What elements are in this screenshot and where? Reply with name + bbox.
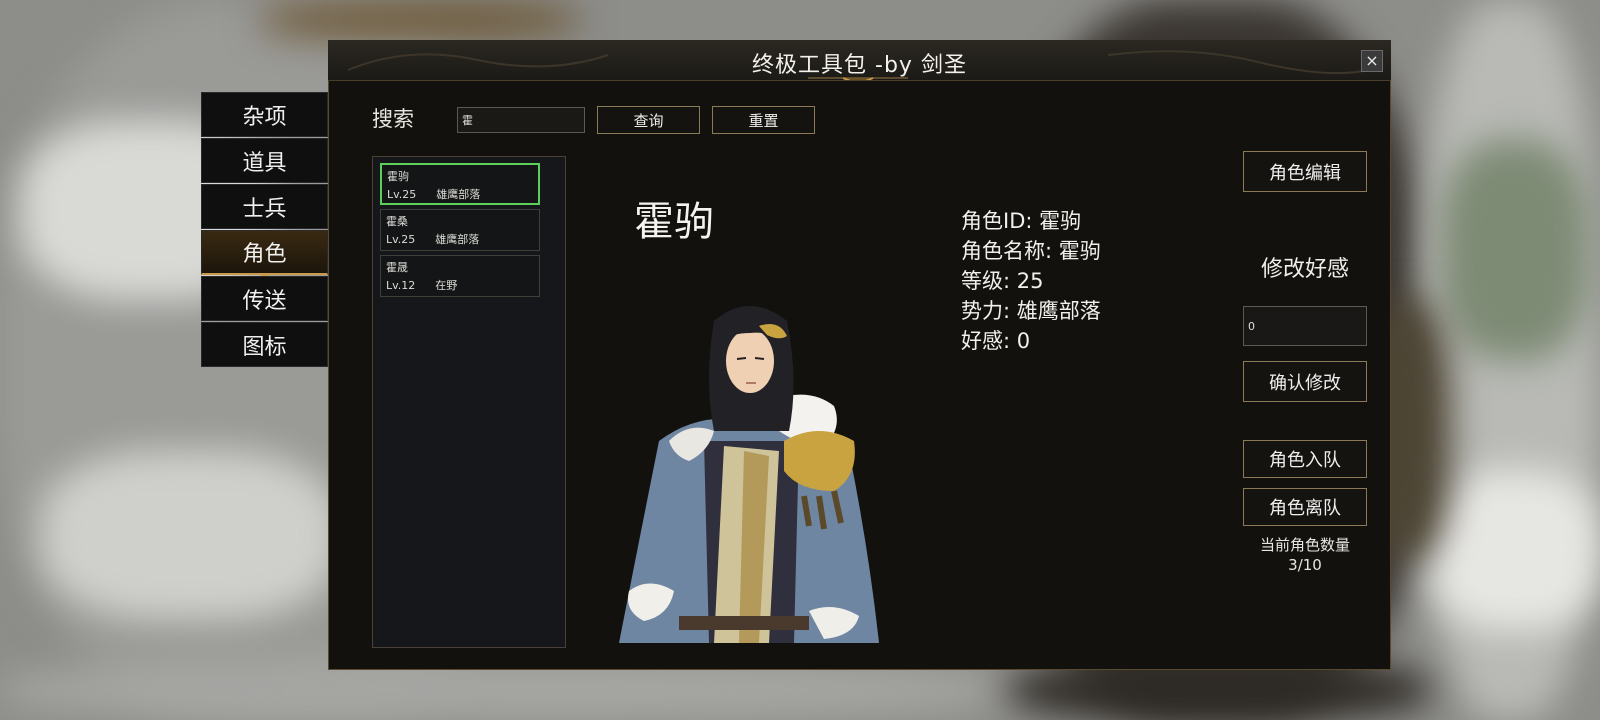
nav-teleport[interactable]: 传送: [201, 276, 328, 321]
window-titlebar[interactable]: 终极工具包 -by 剑圣 ×: [328, 40, 1391, 81]
nav-misc[interactable]: 杂项: [201, 92, 328, 137]
window-title: 终极工具包 -by 剑圣: [752, 53, 967, 78]
leave-party-button[interactable]: 角色离队: [1243, 488, 1367, 526]
character-portrait: [619, 306, 879, 643]
party-count-label: 当前角色数量: [1259, 536, 1350, 554]
list-item[interactable]: 霍晟 Lv.12 在野: [380, 255, 540, 297]
search-label: 搜索: [372, 107, 414, 131]
nav-characters[interactable]: 角色: [201, 230, 328, 279]
reset-button[interactable]: 重置: [712, 106, 815, 134]
character-affection: 好感: 0: [961, 329, 1031, 353]
join-party-button[interactable]: 角色入队: [1243, 440, 1367, 478]
toolkit-window: 终极工具包 -by 剑圣 × 搜索 查询 重置 霍驹 Lv.25 雄鹰部落 霍桑 …: [328, 40, 1391, 670]
nav-items[interactable]: 道具: [201, 138, 328, 183]
query-button[interactable]: 查询: [597, 106, 700, 134]
close-icon: ×: [1365, 51, 1379, 70]
nav-icons[interactable]: 图标: [201, 322, 328, 367]
list-item-faction: 雄鹰部落: [435, 233, 480, 246]
list-item[interactable]: 霍桑 Lv.25 雄鹰部落: [380, 209, 540, 251]
edit-character-button[interactable]: 角色编辑: [1243, 151, 1367, 192]
close-button[interactable]: ×: [1361, 50, 1383, 72]
character-name: 角色名称: 霍驹: [961, 239, 1101, 263]
list-item-name: 霍驹: [387, 170, 409, 183]
character-info-panel: 角色ID: 霍驹 角色名称: 霍驹 等级: 25 势力: 雄鹰部落 好感: 0: [961, 206, 1101, 356]
confirm-affection-button[interactable]: 确认修改: [1243, 361, 1367, 402]
search-input[interactable]: [457, 107, 585, 133]
list-item-level: Lv.25: [387, 188, 417, 201]
affection-input[interactable]: [1243, 306, 1367, 346]
character-faction: 势力: 雄鹰部落: [961, 299, 1101, 323]
list-item-faction: 雄鹰部落: [436, 188, 481, 201]
list-item-name: 霍桑: [386, 215, 408, 228]
party-count-value: 3/10: [1288, 556, 1322, 574]
character-result-list[interactable]: 霍驹 Lv.25 雄鹰部落 霍桑 Lv.25 雄鹰部落 霍晟 Lv.12 在野: [372, 156, 566, 648]
tool-category-menu: 杂项 道具 士兵 角色 传送 图标: [201, 92, 328, 368]
character-level: 等级: 25: [961, 269, 1044, 293]
list-item-name: 霍晟: [386, 261, 408, 274]
list-item[interactable]: 霍驹 Lv.25 雄鹰部落: [380, 163, 540, 205]
list-item-level: Lv.25: [386, 233, 416, 246]
nav-soldiers[interactable]: 士兵: [201, 184, 328, 229]
list-item-faction: 在野: [435, 279, 458, 292]
character-id: 角色ID: 霍驹: [961, 209, 1082, 233]
character-display-name: 霍驹: [634, 199, 714, 245]
list-item-level: Lv.12: [386, 279, 416, 292]
affection-title: 修改好感: [1260, 257, 1349, 282]
